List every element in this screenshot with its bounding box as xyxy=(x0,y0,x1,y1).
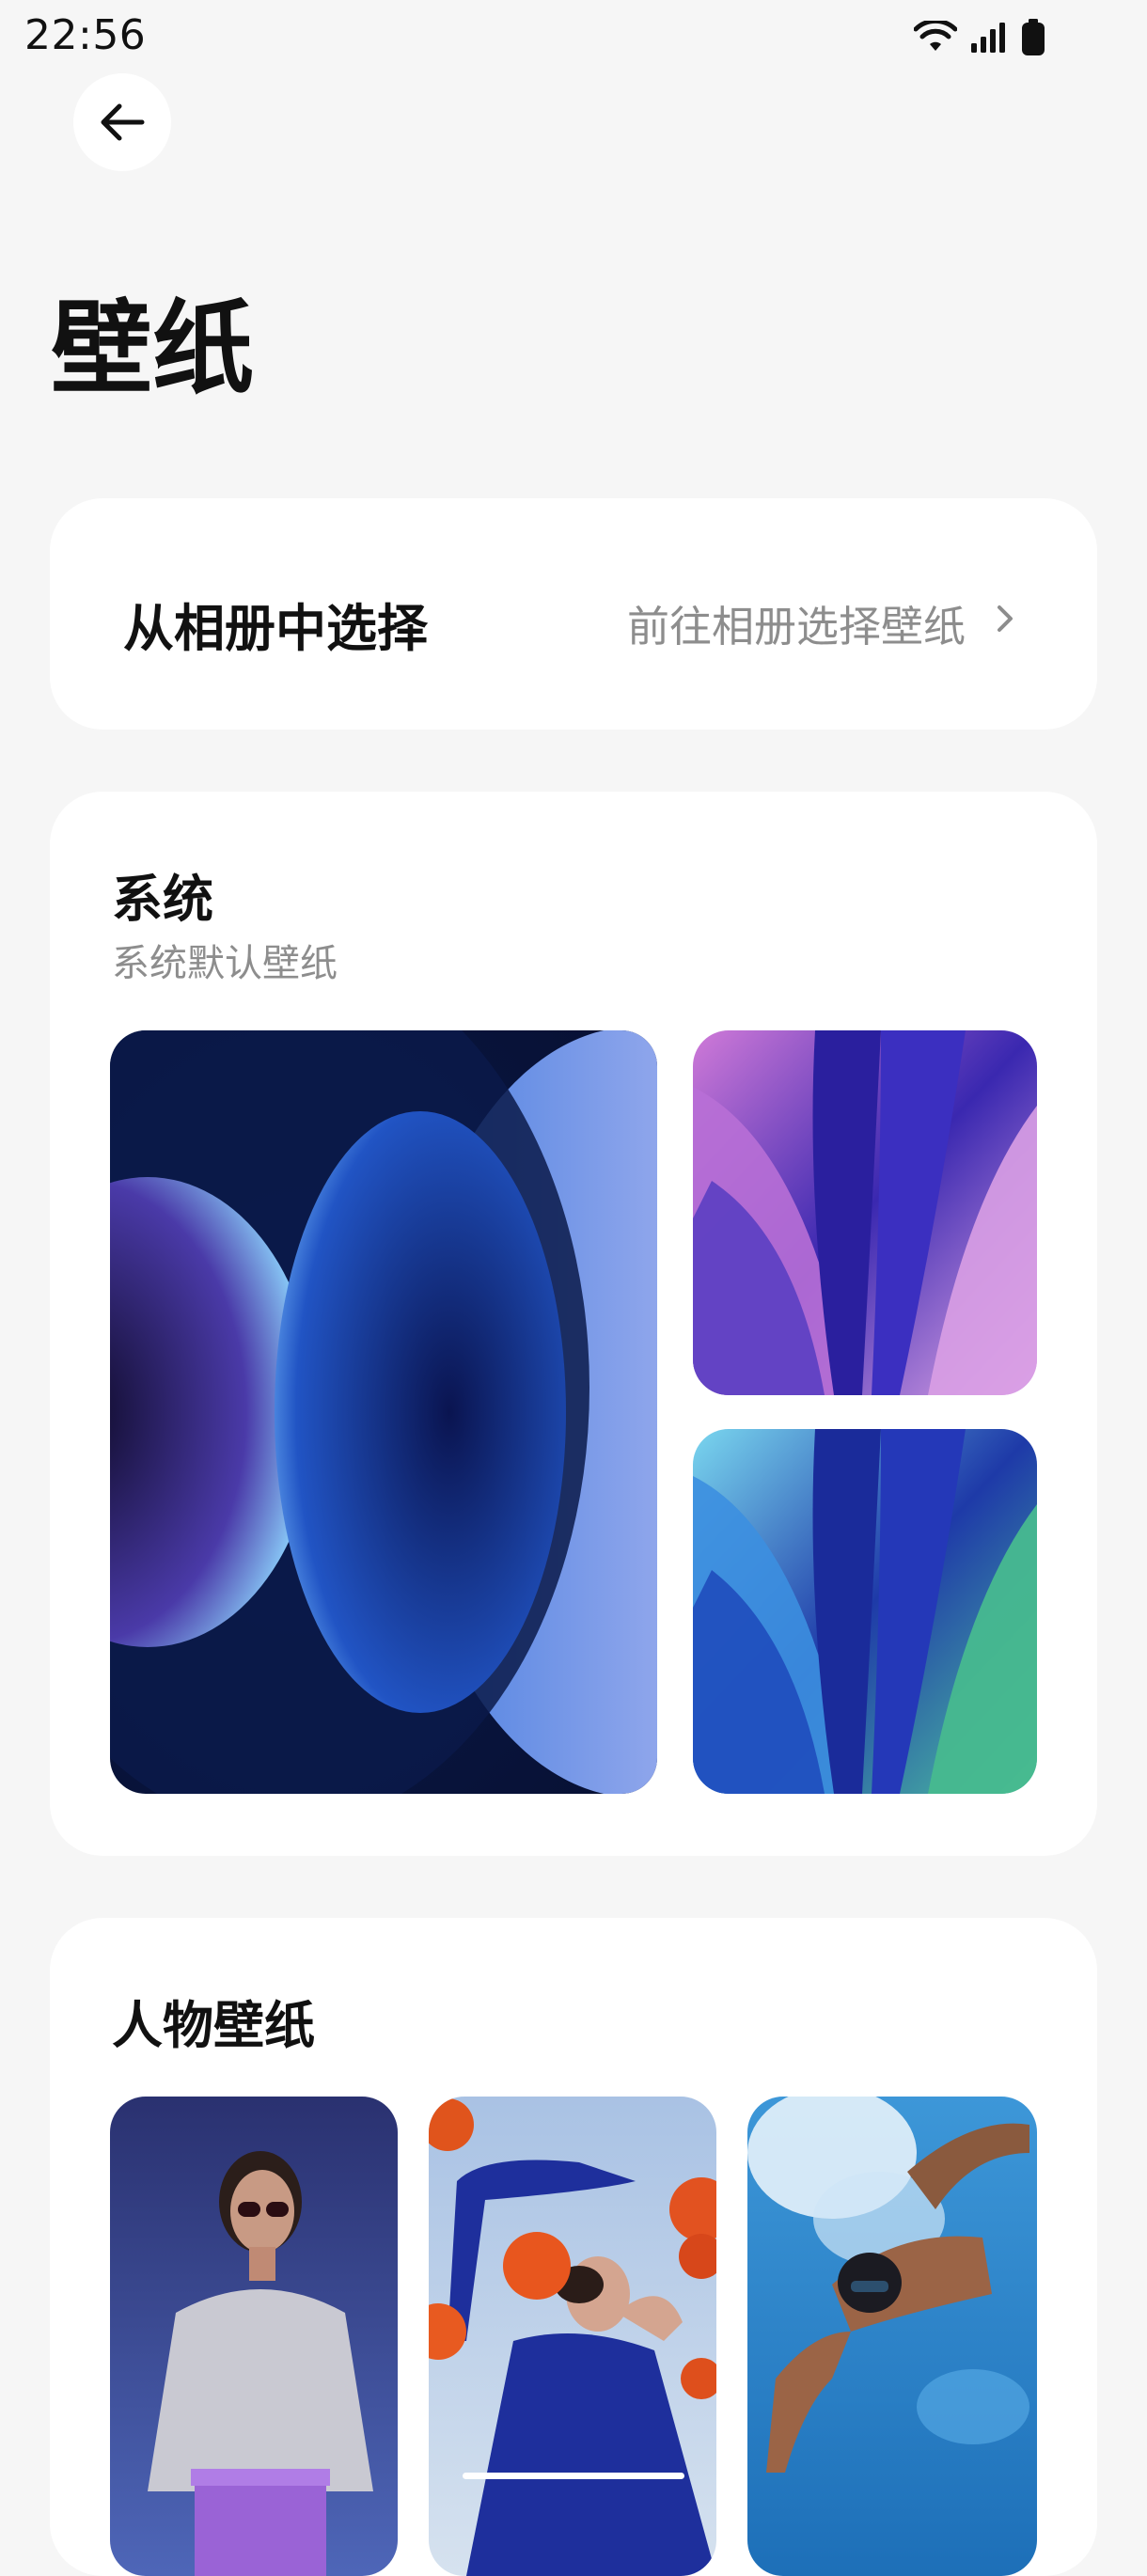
purple-petals-wallpaper-art xyxy=(693,1030,1037,1395)
woman-sunglasses-photo[interactable] xyxy=(110,2097,398,2576)
woman-poppies-photo-art xyxy=(429,2097,716,2576)
album-row-link: 前往相册选择壁纸 xyxy=(626,602,966,652)
blue-orbs-wallpaper[interactable] xyxy=(110,1030,657,1794)
status-icons xyxy=(914,17,1045,58)
purple-petals-wallpaper[interactable] xyxy=(693,1030,1037,1395)
battery-icon xyxy=(1022,19,1045,55)
status-time: 22:56 xyxy=(24,11,147,59)
swimmer-photo[interactable] xyxy=(747,2097,1037,2576)
blue-orbs-wallpaper-art xyxy=(110,1030,657,1794)
arrow-left-icon xyxy=(101,103,145,141)
page-title: 壁纸 xyxy=(51,291,255,408)
woman-poppies-photo[interactable] xyxy=(429,2097,716,2576)
wifi-icon xyxy=(914,21,957,51)
cellular-signal-icon xyxy=(971,23,1005,53)
woman-sunglasses-photo-art xyxy=(110,2097,398,2576)
choose-from-album-row[interactable]: 从相册中选择 前往相册选择壁纸 xyxy=(50,498,1097,730)
system-section-subtitle: 系统默认壁纸 xyxy=(112,942,338,985)
status-bar: 22:56 xyxy=(0,0,1147,73)
system-section-title: 系统 xyxy=(112,870,213,929)
album-row-label: 从相册中选择 xyxy=(123,599,428,658)
swimmer-photo-art xyxy=(747,2097,1037,2576)
home-indicator[interactable] xyxy=(463,2473,684,2479)
back-button[interactable] xyxy=(73,73,171,171)
teal-petals-wallpaper-art xyxy=(693,1429,1037,1794)
chevron-right-icon xyxy=(998,605,1013,632)
system-wallpapers-section: 系统 系统默认壁纸 xyxy=(50,792,1097,1856)
teal-petals-wallpaper[interactable] xyxy=(693,1429,1037,1794)
people-section-title: 人物壁纸 xyxy=(112,1996,315,2055)
